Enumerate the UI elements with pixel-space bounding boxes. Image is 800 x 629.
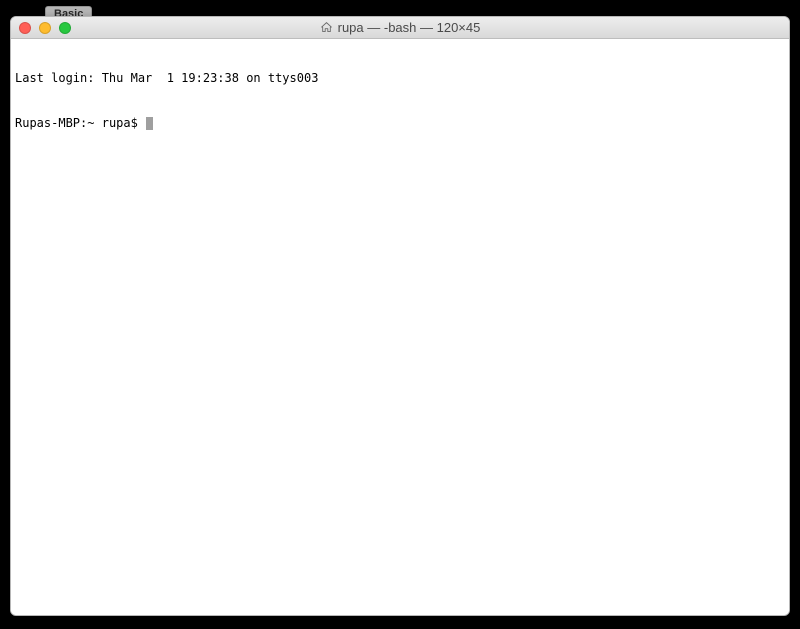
prompt-user: rupa$ <box>102 116 138 130</box>
terminal-window: rupa — -bash — 120×45 Last login: Thu Ma… <box>10 16 790 616</box>
window-title: rupa — -bash — 120×45 <box>338 20 481 35</box>
titlebar[interactable]: rupa — -bash — 120×45 <box>11 17 789 39</box>
terminal-prompt-line: Rupas-MBP:~ rupa$ <box>15 116 785 131</box>
terminal-cursor <box>146 117 153 130</box>
title-wrap: rupa — -bash — 120×45 <box>11 20 789 35</box>
minimize-button[interactable] <box>39 22 51 34</box>
window-controls <box>11 22 71 34</box>
prompt-path: ~ <box>87 116 94 130</box>
home-icon <box>320 21 333 34</box>
terminal-motd-line: Last login: Thu Mar 1 19:23:38 on ttys00… <box>15 71 785 86</box>
zoom-button[interactable] <box>59 22 71 34</box>
close-button[interactable] <box>19 22 31 34</box>
prompt-host: Rupas-MBP: <box>15 116 87 130</box>
terminal-viewport[interactable]: Last login: Thu Mar 1 19:23:38 on ttys00… <box>11 39 789 615</box>
